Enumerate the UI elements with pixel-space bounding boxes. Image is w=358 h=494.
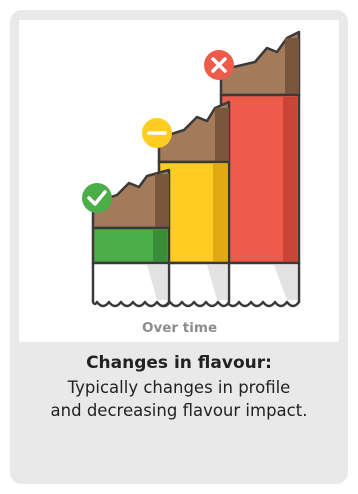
wrapper-shade-green [153,230,167,262]
caption-body: Typically changes in profile and decreas… [10,376,348,422]
bar-red-worst [219,30,301,308]
wrapper-shade-red [283,97,297,262]
chocolate-shadow-yellow [215,108,229,162]
illustration-panel: Over time [19,20,339,342]
wrapper-shade-yellow [213,164,227,262]
caption-line-2: and decreasing flavour impact. [50,401,308,420]
caption-title: Changes in flavour: [86,353,272,373]
axis-label: Over time [142,320,218,336]
minus-icon [142,118,172,148]
chocolate-bars-illustration [82,30,301,308]
x-icon [204,50,234,80]
info-card: Over time Changes in flavour: Typically … [10,10,348,484]
chocolate-shadow-red [285,38,299,95]
caption: Changes in flavour: Typically changes in… [10,352,348,422]
check-icon [82,183,112,213]
chocolate-shadow-green [155,174,169,228]
caption-line-1: Typically changes in profile [67,378,291,397]
